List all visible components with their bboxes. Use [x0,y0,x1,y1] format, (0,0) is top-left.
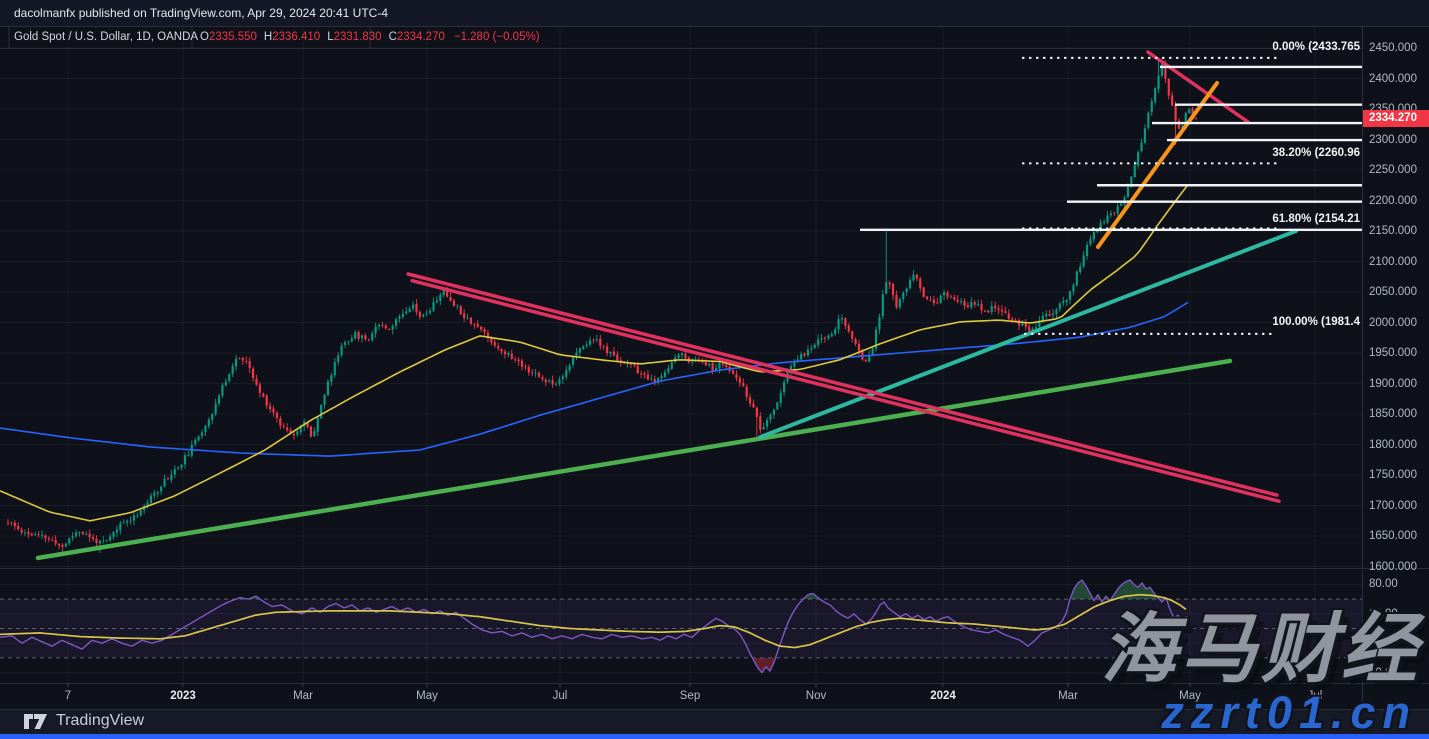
open-label: O [200,31,209,43]
time-axis-label: Sep [680,689,700,703]
last-price-badge: 2334.270 [1363,110,1429,127]
close-label: C [389,31,397,43]
publish-bar: dacolmanfx published on TradingView.com,… [0,0,1429,27]
price-axis-label: 2100.000 [1369,255,1417,269]
tradingview-logo-link[interactable]: TradingView [24,712,144,730]
time-axis-label: Jul [553,689,568,703]
fib-level-label: 61.80% (2154.21 [1272,212,1360,226]
fib-level-label: 38.20% (2260.96 [1272,146,1360,160]
ohlc-readout: O2335.550H2336.410L2331.830C2334.270−1.2… [200,27,540,48]
time-axis-label: Nov [806,689,826,703]
price-axis-label: 2450.000 [1369,41,1417,55]
change-value: −1.280 (−0.05%) [454,31,540,43]
price-axis-label: 1850.000 [1369,407,1417,421]
tradingview-icon [24,713,48,730]
fib-level-label: 0.00% (2433.765 [1272,40,1360,54]
price-axis-label: 2000.000 [1369,316,1417,330]
watermark-chinese: 海马财经 [1101,612,1421,688]
publish-text: dacolmanfx published on TradingView.com,… [14,6,388,20]
fib-level-label: 100.00% (1981.4 [1272,315,1360,329]
time-axis-label: Mar [293,689,313,703]
time-axis-label: 2024 [930,689,956,703]
price-axis-label: 2200.000 [1369,194,1417,208]
close-value: 2334.270 [397,31,445,43]
symbol-title[interactable]: Gold Spot / U.S. Dollar, 1D, OANDA [14,27,198,48]
time-axis-label: Mar [1058,689,1078,703]
high-label: H [264,31,272,43]
rsi-axis-label: 80.00 [1369,577,1398,591]
price-axis-label: 1600.000 [1369,560,1417,574]
time-axis-label: May [416,689,438,703]
high-value: 2336.410 [272,31,320,43]
price-axis-label: 1750.000 [1369,468,1417,482]
main-chart-pane[interactable] [0,27,1362,568]
price-axis-label: 1900.000 [1369,377,1417,391]
time-axis-label: 2023 [170,689,196,703]
price-axis-label: 1700.000 [1369,499,1417,513]
tradingview-snapshot: dacolmanfx published on TradingView.com,… [0,0,1429,739]
price-axis-label: 2300.000 [1369,133,1417,147]
price-axis-label: 1650.000 [1369,529,1417,543]
price-axis-label: 2250.000 [1369,163,1417,177]
low-value: 2331.830 [334,31,382,43]
tradingview-brand-text: TradingView [56,712,144,730]
price-axis-label: 1800.000 [1369,438,1417,452]
price-axis-label: 2050.000 [1369,285,1417,299]
open-value: 2335.550 [209,31,257,43]
price-axis-label: 2150.000 [1369,224,1417,238]
time-axis-label: 7 [65,689,71,703]
watermark-url: zzrt01.cn [1161,690,1417,735]
price-axis-label: 2400.000 [1369,72,1417,86]
price-axis-label: 1950.000 [1369,346,1417,360]
